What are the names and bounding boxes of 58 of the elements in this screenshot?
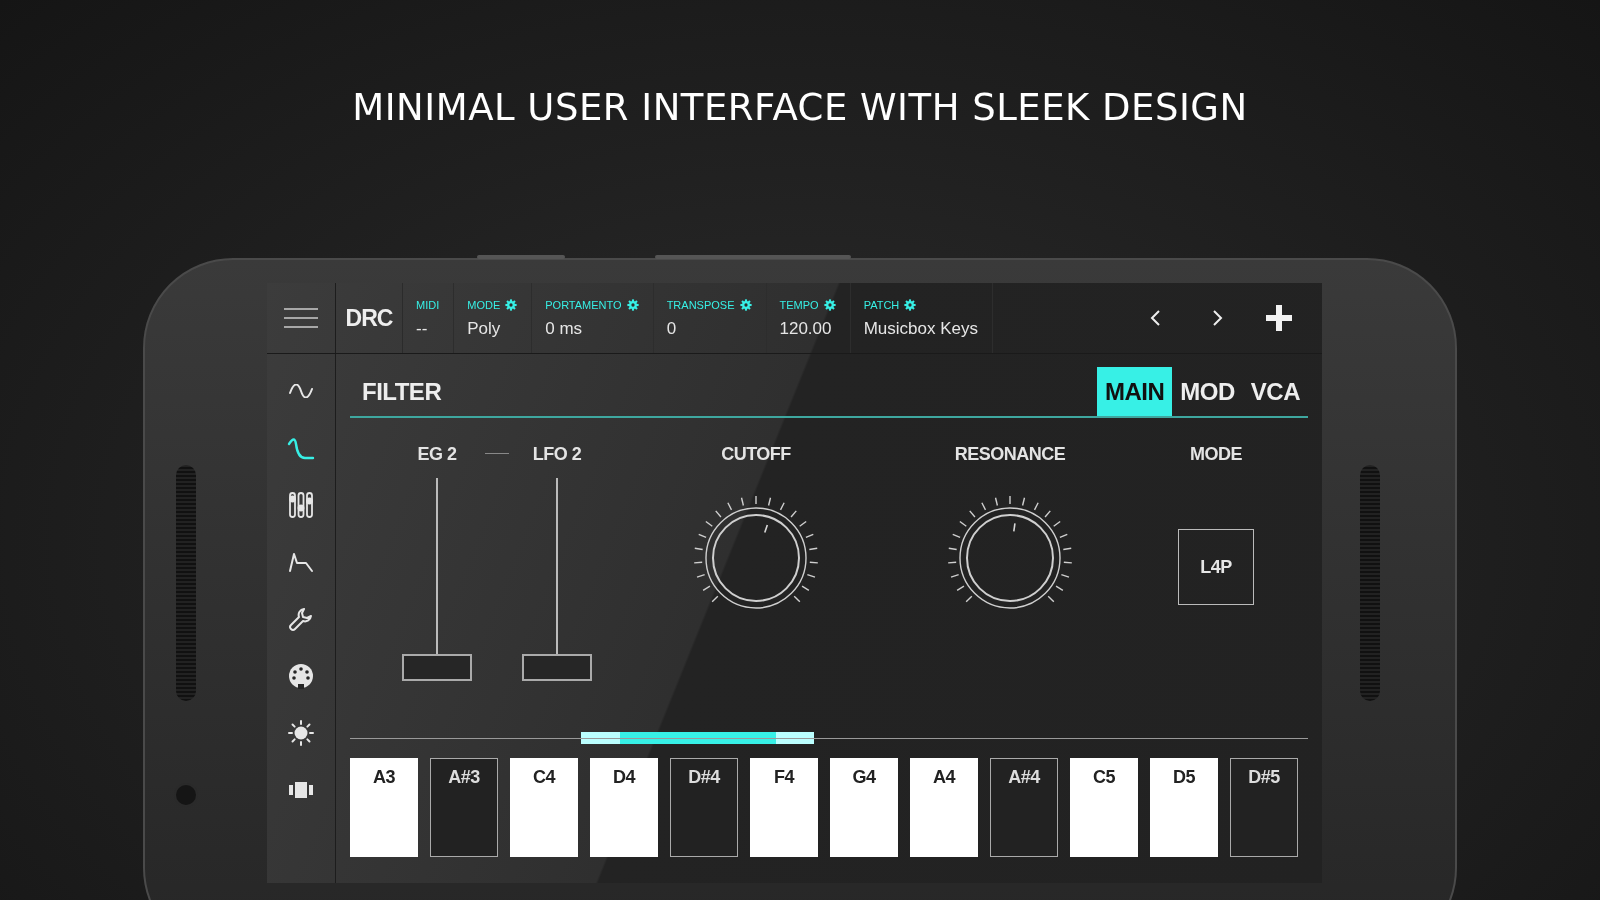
- wrench-icon: [288, 605, 314, 632]
- link-line: [485, 453, 509, 454]
- control-label: EG 2: [417, 443, 457, 466]
- bars-icon: [288, 780, 314, 799]
- panel-title: FILTER: [361, 377, 443, 406]
- field-value[interactable]: Musicbox Keys: [863, 319, 978, 339]
- piano-key[interactable]: D#4: [670, 758, 738, 857]
- tab[interactable]: VCA: [1242, 367, 1308, 416]
- sun-icon: [287, 718, 315, 747]
- chevron-right-icon: [1211, 309, 1223, 327]
- field-label: TRANSPOSE: [666, 299, 735, 311]
- field-label: MIDI: [416, 299, 440, 311]
- menu-icon: [284, 308, 318, 328]
- filter-curve-icon: [287, 435, 315, 460]
- piano-key[interactable]: C5: [1070, 758, 1138, 857]
- gear-icon[interactable]: [505, 299, 518, 311]
- piano-key[interactable]: A#4: [990, 758, 1058, 857]
- chevron-left-icon: [1149, 309, 1161, 327]
- headline: MINIMAL USER INTERFACE WITH SLEEK DESIGN: [351, 85, 1249, 131]
- plus-icon: [1266, 305, 1292, 331]
- piano-key[interactable]: A#3: [430, 758, 498, 857]
- field-value[interactable]: 120.00: [779, 319, 836, 339]
- piano-key[interactable]: D5: [1150, 758, 1218, 857]
- field-value[interactable]: Poly: [467, 319, 518, 339]
- gear-icon[interactable]: [823, 299, 836, 311]
- control-label: MODE: [1190, 443, 1242, 466]
- gear-icon[interactable]: [904, 299, 917, 311]
- mode-button[interactable]: L4P: [1178, 529, 1254, 605]
- piano-key[interactable]: D#5: [1230, 758, 1298, 857]
- slider-thumb[interactable]: [402, 654, 472, 681]
- control-label: CUTOFF: [721, 443, 791, 466]
- piano-key[interactable]: A4: [910, 758, 978, 857]
- sine-wave-icon: [288, 383, 314, 398]
- field-label: TEMPO: [779, 299, 819, 311]
- piano-key[interactable]: F4: [750, 758, 818, 857]
- field-value[interactable]: --: [416, 319, 440, 339]
- control-label: RESONANCE: [954, 443, 1066, 466]
- field-value[interactable]: 0: [666, 319, 752, 339]
- slider-thumb[interactable]: [522, 654, 592, 681]
- field-label: PATCH: [863, 299, 900, 311]
- vertical-slider[interactable]: [522, 478, 592, 681]
- gear-icon[interactable]: [626, 299, 639, 311]
- mixer-sliders-icon: [288, 490, 314, 519]
- field-value[interactable]: 0 ms: [545, 319, 639, 339]
- tab[interactable]: MOD: [1172, 367, 1243, 416]
- piano-key[interactable]: D4: [590, 758, 658, 857]
- piano-key[interactable]: C4: [510, 758, 578, 857]
- piano-key[interactable]: A3: [350, 758, 418, 857]
- field-label: PORTAMENTO: [545, 299, 622, 311]
- gear-icon[interactable]: [739, 299, 752, 311]
- field-label: MODE: [467, 299, 501, 311]
- piano-key[interactable]: G4: [830, 758, 898, 857]
- midi-port-icon: [288, 662, 314, 689]
- tab[interactable]: MAIN: [1097, 367, 1173, 416]
- envelope-icon: [288, 550, 314, 573]
- control-label: LFO 2: [532, 443, 582, 466]
- vertical-slider[interactable]: [402, 478, 472, 681]
- app-logo: DRC: [336, 283, 403, 353]
